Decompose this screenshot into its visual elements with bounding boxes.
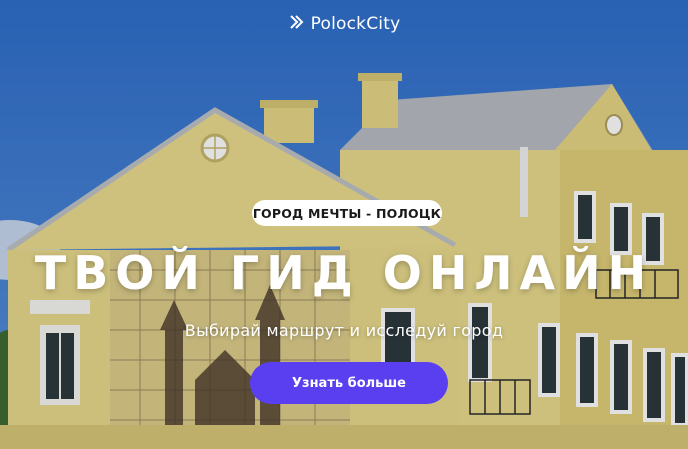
brand-logo[interactable]: PolockCity bbox=[0, 14, 688, 34]
brand-name: PolockCity bbox=[310, 14, 401, 34]
polockcity-logo-icon bbox=[288, 14, 304, 34]
hero-title: ТВОЙ ГИД ОНЛАЙН bbox=[34, 246, 654, 300]
hero-section: PolockCity ГОРОД МЕЧТЫ - ПОЛОЦК ТВОЙ ГИД… bbox=[0, 0, 688, 449]
hero-badge: ГОРОД МЕЧТЫ - ПОЛОЦК bbox=[252, 200, 442, 226]
hero-subtitle: Выбирай маршрут и исследуй город bbox=[184, 321, 504, 340]
learn-more-button[interactable]: Узнать больше bbox=[250, 362, 448, 404]
